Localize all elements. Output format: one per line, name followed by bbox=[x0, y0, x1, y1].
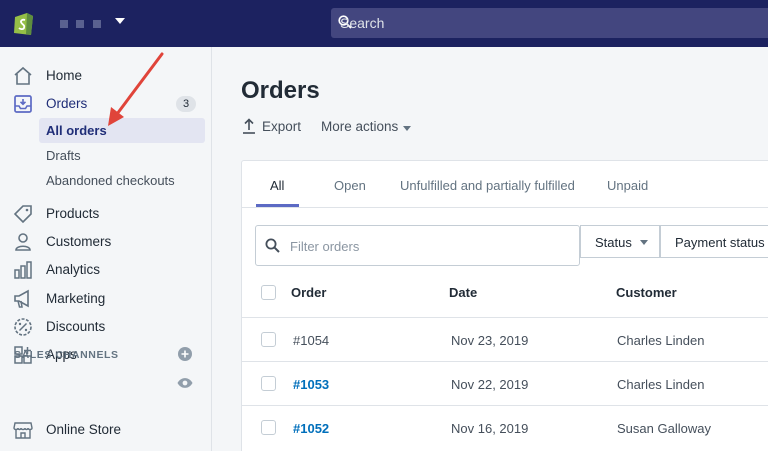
sidebar-item-discounts[interactable]: Discounts bbox=[0, 313, 212, 341]
sidebar-subitem-label: Abandoned checkouts bbox=[46, 173, 175, 188]
select-all-checkbox[interactable] bbox=[261, 285, 276, 300]
search-input[interactable] bbox=[338, 8, 758, 38]
store-icon bbox=[13, 422, 33, 439]
sidebar-subitem-label: Drafts bbox=[46, 148, 81, 163]
store-name-redacted[interactable] bbox=[60, 20, 68, 28]
export-icon[interactable] bbox=[242, 118, 256, 134]
tab-unfulfilled[interactable]: Unfulfilled and partially fulfilled bbox=[400, 178, 575, 193]
tab-open[interactable]: Open bbox=[334, 178, 366, 193]
sidebar-item-label: Orders bbox=[46, 96, 88, 111]
order-customer: Charles Linden bbox=[617, 333, 705, 348]
bar-chart-icon bbox=[14, 261, 32, 279]
sales-channels-heading: SALES CHANNELS bbox=[14, 349, 119, 361]
row-checkbox[interactable] bbox=[261, 376, 276, 391]
order-date: Nov 16, 2019 bbox=[451, 421, 529, 436]
sidebar-item-products[interactable]: Products bbox=[0, 200, 212, 228]
order-number-link[interactable]: #1052 bbox=[293, 421, 329, 436]
store-name-redacted[interactable] bbox=[76, 20, 84, 28]
row-checkbox[interactable] bbox=[261, 332, 276, 347]
sidebar-item-label: Customers bbox=[46, 234, 112, 249]
order-date: Nov 23, 2019 bbox=[451, 333, 529, 348]
column-header-customer[interactable]: Customer bbox=[616, 285, 677, 300]
status-filter-label: Status bbox=[595, 235, 632, 250]
chevron-down-icon[interactable] bbox=[403, 126, 411, 131]
tag-icon bbox=[13, 205, 32, 224]
divider bbox=[241, 405, 768, 406]
order-number[interactable]: #1054 bbox=[293, 333, 329, 348]
sidebar-subitem-abandoned-checkouts[interactable]: Abandoned checkouts bbox=[39, 168, 205, 193]
sidebar-item-home[interactable]: Home bbox=[0, 62, 212, 90]
tab-all[interactable]: All bbox=[270, 178, 284, 193]
orders-count-badge: 3 bbox=[176, 96, 197, 112]
shopify-logo-icon[interactable] bbox=[12, 10, 36, 37]
sidebar-subitem-all-orders[interactable]: All orders bbox=[39, 118, 205, 143]
megaphone-icon bbox=[14, 289, 29, 308]
sidebar-item-label: Analytics bbox=[46, 262, 101, 277]
sidebar-subitem-label: All orders bbox=[46, 123, 107, 138]
sidebar-item-analytics[interactable]: Analytics bbox=[0, 256, 212, 284]
sidebar-item-label: Marketing bbox=[46, 291, 106, 306]
sidebar-item-marketing[interactable]: Marketing bbox=[0, 285, 212, 313]
divider bbox=[241, 317, 768, 318]
divider bbox=[241, 207, 768, 208]
tab-unpaid[interactable]: Unpaid bbox=[607, 178, 648, 193]
orders-icon bbox=[14, 95, 32, 113]
add-sales-channel-icon[interactable] bbox=[178, 347, 192, 361]
sidebar-item-label: Products bbox=[46, 206, 100, 221]
payment-status-filter-label: Payment status bbox=[675, 235, 765, 250]
chevron-down-icon[interactable] bbox=[640, 240, 648, 245]
store-dropdown-caret-icon[interactable] bbox=[115, 18, 125, 24]
order-customer: Charles Linden bbox=[617, 377, 705, 392]
page-title: Orders bbox=[241, 77, 320, 104]
payment-status-filter-button[interactable]: Payment status bbox=[660, 225, 768, 258]
sidebar-item-label: Online Store bbox=[46, 422, 122, 437]
order-customer: Susan Galloway bbox=[617, 421, 711, 436]
column-header-order[interactable]: Order bbox=[291, 285, 326, 300]
order-date: Nov 22, 2019 bbox=[451, 377, 529, 392]
export-button[interactable]: Export bbox=[262, 119, 301, 134]
sidebar-item-online-store[interactable]: Online Store bbox=[0, 416, 212, 444]
filter-orders-input[interactable] bbox=[290, 236, 570, 256]
eye-icon[interactable] bbox=[177, 377, 193, 389]
row-checkbox[interactable] bbox=[261, 420, 276, 435]
column-header-date[interactable]: Date bbox=[449, 285, 477, 300]
order-number-link[interactable]: #1053 bbox=[293, 377, 329, 392]
sidebar-subitem-drafts[interactable]: Drafts bbox=[39, 143, 205, 168]
sidebar-item-label: Home bbox=[46, 68, 83, 83]
status-filter-button[interactable]: Status bbox=[580, 225, 660, 258]
home-icon bbox=[14, 66, 32, 85]
orders-card bbox=[241, 160, 768, 451]
divider bbox=[241, 361, 768, 362]
search-icon bbox=[265, 238, 280, 253]
discount-icon bbox=[14, 318, 32, 336]
sidebar-item-customers[interactable]: Customers bbox=[0, 228, 212, 256]
sidebar-item-label: Discounts bbox=[46, 319, 106, 334]
sidebar-item-orders[interactable]: Orders 3 bbox=[0, 90, 212, 118]
store-name-redacted[interactable] bbox=[93, 20, 101, 28]
person-icon bbox=[15, 233, 31, 251]
more-actions-button[interactable]: More actions bbox=[321, 119, 398, 134]
